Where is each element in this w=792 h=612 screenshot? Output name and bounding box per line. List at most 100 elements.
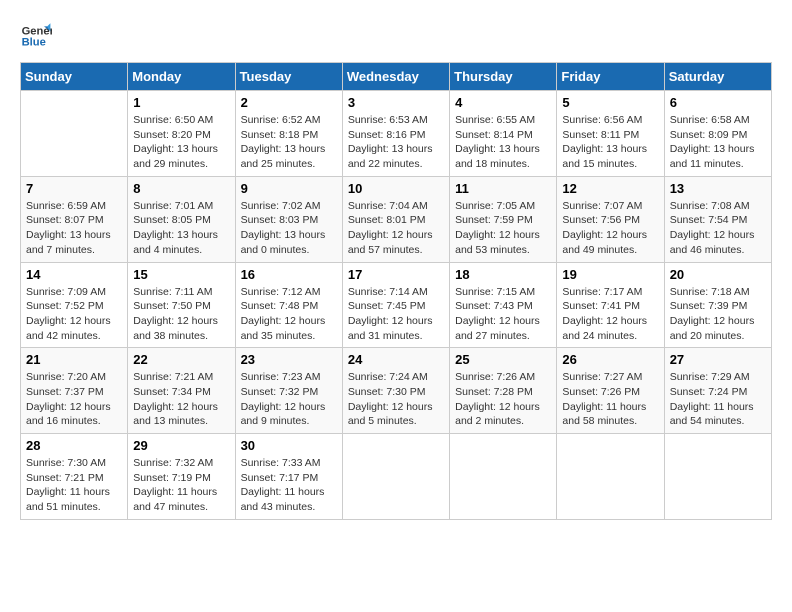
day-number: 14 [26, 267, 122, 282]
day-info: Sunrise: 7:15 AM Sunset: 7:43 PM Dayligh… [455, 285, 551, 344]
day-number: 10 [348, 181, 444, 196]
day-number: 7 [26, 181, 122, 196]
day-info: Sunrise: 7:18 AM Sunset: 7:39 PM Dayligh… [670, 285, 766, 344]
calendar-cell: 11 Sunrise: 7:05 AM Sunset: 7:59 PM Dayli… [450, 176, 557, 262]
day-info: Sunrise: 7:11 AM Sunset: 7:50 PM Dayligh… [133, 285, 229, 344]
day-info: Sunrise: 7:23 AM Sunset: 7:32 PM Dayligh… [241, 370, 337, 429]
weekday-header-monday: Monday [128, 63, 235, 91]
day-info: Sunrise: 6:52 AM Sunset: 8:18 PM Dayligh… [241, 113, 337, 172]
svg-text:Blue: Blue [22, 37, 46, 49]
weekday-row: SundayMondayTuesdayWednesdayThursdayFrid… [21, 63, 772, 91]
calendar-cell: 7 Sunrise: 6:59 AM Sunset: 8:07 PM Daylig… [21, 176, 128, 262]
calendar-cell: 1 Sunrise: 6:50 AM Sunset: 8:20 PM Daylig… [128, 91, 235, 177]
day-number: 16 [241, 267, 337, 282]
calendar-cell: 23Sunrise: 7:23 AM Sunset: 7:32 PM Dayli… [235, 348, 342, 434]
calendar-cell: 25Sunrise: 7:26 AM Sunset: 7:28 PM Dayli… [450, 348, 557, 434]
day-number: 20 [670, 267, 766, 282]
day-number: 11 [455, 181, 551, 196]
day-info: Sunrise: 7:26 AM Sunset: 7:28 PM Dayligh… [455, 370, 551, 429]
day-number: 1 [133, 95, 229, 110]
calendar-table: SundayMondayTuesdayWednesdayThursdayFrid… [20, 62, 772, 520]
logo-icon: General Blue [20, 20, 52, 52]
day-info: Sunrise: 6:53 AM Sunset: 8:16 PM Dayligh… [348, 113, 444, 172]
weekday-header-wednesday: Wednesday [342, 63, 449, 91]
day-number: 4 [455, 95, 551, 110]
calendar-cell: 18 Sunrise: 7:15 AM Sunset: 7:43 PM Dayli… [450, 262, 557, 348]
calendar-cell: 29Sunrise: 7:32 AM Sunset: 7:19 PM Dayli… [128, 434, 235, 520]
day-number: 2 [241, 95, 337, 110]
calendar-cell [21, 91, 128, 177]
day-info: Sunrise: 7:29 AM Sunset: 7:24 PM Dayligh… [670, 370, 766, 429]
calendar-cell: 12 Sunrise: 7:07 AM Sunset: 7:56 PM Dayli… [557, 176, 664, 262]
day-info: Sunrise: 7:02 AM Sunset: 8:03 PM Dayligh… [241, 199, 337, 258]
day-number: 17 [348, 267, 444, 282]
day-number: 15 [133, 267, 229, 282]
day-info: Sunrise: 6:56 AM Sunset: 8:11 PM Dayligh… [562, 113, 658, 172]
day-info: Sunrise: 7:24 AM Sunset: 7:30 PM Dayligh… [348, 370, 444, 429]
day-number: 30 [241, 438, 337, 453]
weekday-header-friday: Friday [557, 63, 664, 91]
day-number: 18 [455, 267, 551, 282]
day-info: Sunrise: 6:50 AM Sunset: 8:20 PM Dayligh… [133, 113, 229, 172]
weekday-header-thursday: Thursday [450, 63, 557, 91]
day-info: Sunrise: 7:08 AM Sunset: 7:54 PM Dayligh… [670, 199, 766, 258]
day-number: 21 [26, 352, 122, 367]
day-number: 27 [670, 352, 766, 367]
day-number: 8 [133, 181, 229, 196]
day-number: 29 [133, 438, 229, 453]
day-number: 3 [348, 95, 444, 110]
calendar-cell: 19Sunrise: 7:17 AM Sunset: 7:41 PM Dayli… [557, 262, 664, 348]
calendar-cell: 15 Sunrise: 7:11 AM Sunset: 7:50 PM Dayli… [128, 262, 235, 348]
calendar-cell: 21 Sunrise: 7:20 AM Sunset: 7:37 PM Dayli… [21, 348, 128, 434]
calendar-week-1: 1 Sunrise: 6:50 AM Sunset: 8:20 PM Daylig… [21, 91, 772, 177]
day-number: 13 [670, 181, 766, 196]
weekday-header-saturday: Saturday [664, 63, 771, 91]
day-info: Sunrise: 7:04 AM Sunset: 8:01 PM Dayligh… [348, 199, 444, 258]
calendar-cell: 26 Sunrise: 7:27 AM Sunset: 7:26 PM Dayli… [557, 348, 664, 434]
day-number: 22 [133, 352, 229, 367]
day-number: 6 [670, 95, 766, 110]
day-info: Sunrise: 6:59 AM Sunset: 8:07 PM Dayligh… [26, 199, 122, 258]
calendar-cell: 4Sunrise: 6:55 AM Sunset: 8:14 PM Daylig… [450, 91, 557, 177]
calendar-cell: 24Sunrise: 7:24 AM Sunset: 7:30 PM Dayli… [342, 348, 449, 434]
day-info: Sunrise: 7:20 AM Sunset: 7:37 PM Dayligh… [26, 370, 122, 429]
calendar-cell [342, 434, 449, 520]
calendar-cell [664, 434, 771, 520]
day-info: Sunrise: 7:09 AM Sunset: 7:52 PM Dayligh… [26, 285, 122, 344]
calendar-cell: 6Sunrise: 6:58 AM Sunset: 8:09 PM Daylig… [664, 91, 771, 177]
day-number: 26 [562, 352, 658, 367]
calendar-cell: 9 Sunrise: 7:02 AM Sunset: 8:03 PM Daylig… [235, 176, 342, 262]
day-info: Sunrise: 7:12 AM Sunset: 7:48 PM Dayligh… [241, 285, 337, 344]
calendar-week-4: 21 Sunrise: 7:20 AM Sunset: 7:37 PM Dayli… [21, 348, 772, 434]
day-info: Sunrise: 7:05 AM Sunset: 7:59 PM Dayligh… [455, 199, 551, 258]
day-number: 9 [241, 181, 337, 196]
calendar-week-2: 7 Sunrise: 6:59 AM Sunset: 8:07 PM Daylig… [21, 176, 772, 262]
calendar-header: SundayMondayTuesdayWednesdayThursdayFrid… [21, 63, 772, 91]
calendar-cell: 5 Sunrise: 6:56 AM Sunset: 8:11 PM Daylig… [557, 91, 664, 177]
day-info: Sunrise: 7:14 AM Sunset: 7:45 PM Dayligh… [348, 285, 444, 344]
calendar-cell: 10 Sunrise: 7:04 AM Sunset: 8:01 PM Dayli… [342, 176, 449, 262]
day-info: Sunrise: 7:01 AM Sunset: 8:05 PM Dayligh… [133, 199, 229, 258]
calendar-cell: 14 Sunrise: 7:09 AM Sunset: 7:52 PM Dayli… [21, 262, 128, 348]
day-number: 28 [26, 438, 122, 453]
calendar-cell: 13 Sunrise: 7:08 AM Sunset: 7:54 PM Dayli… [664, 176, 771, 262]
day-info: Sunrise: 7:27 AM Sunset: 7:26 PM Dayligh… [562, 370, 658, 429]
calendar-cell [450, 434, 557, 520]
day-number: 5 [562, 95, 658, 110]
calendar-cell: 20 Sunrise: 7:18 AM Sunset: 7:39 PM Dayli… [664, 262, 771, 348]
calendar-cell: 28Sunrise: 7:30 AM Sunset: 7:21 PM Dayli… [21, 434, 128, 520]
calendar-cell: 30 Sunrise: 7:33 AM Sunset: 7:17 PM Dayli… [235, 434, 342, 520]
calendar-week-3: 14 Sunrise: 7:09 AM Sunset: 7:52 PM Dayli… [21, 262, 772, 348]
day-info: Sunrise: 7:33 AM Sunset: 7:17 PM Dayligh… [241, 456, 337, 515]
day-number: 19 [562, 267, 658, 282]
day-info: Sunrise: 7:07 AM Sunset: 7:56 PM Dayligh… [562, 199, 658, 258]
calendar-cell: 22Sunrise: 7:21 AM Sunset: 7:34 PM Dayli… [128, 348, 235, 434]
calendar-cell: 16 Sunrise: 7:12 AM Sunset: 7:48 PM Dayli… [235, 262, 342, 348]
calendar-cell: 8 Sunrise: 7:01 AM Sunset: 8:05 PM Daylig… [128, 176, 235, 262]
calendar-cell: 17 Sunrise: 7:14 AM Sunset: 7:45 PM Dayli… [342, 262, 449, 348]
calendar-cell [557, 434, 664, 520]
calendar-cell: 3 Sunrise: 6:53 AM Sunset: 8:16 PM Daylig… [342, 91, 449, 177]
calendar-week-5: 28Sunrise: 7:30 AM Sunset: 7:21 PM Dayli… [21, 434, 772, 520]
day-number: 12 [562, 181, 658, 196]
calendar-cell: 27 Sunrise: 7:29 AM Sunset: 7:24 PM Dayli… [664, 348, 771, 434]
